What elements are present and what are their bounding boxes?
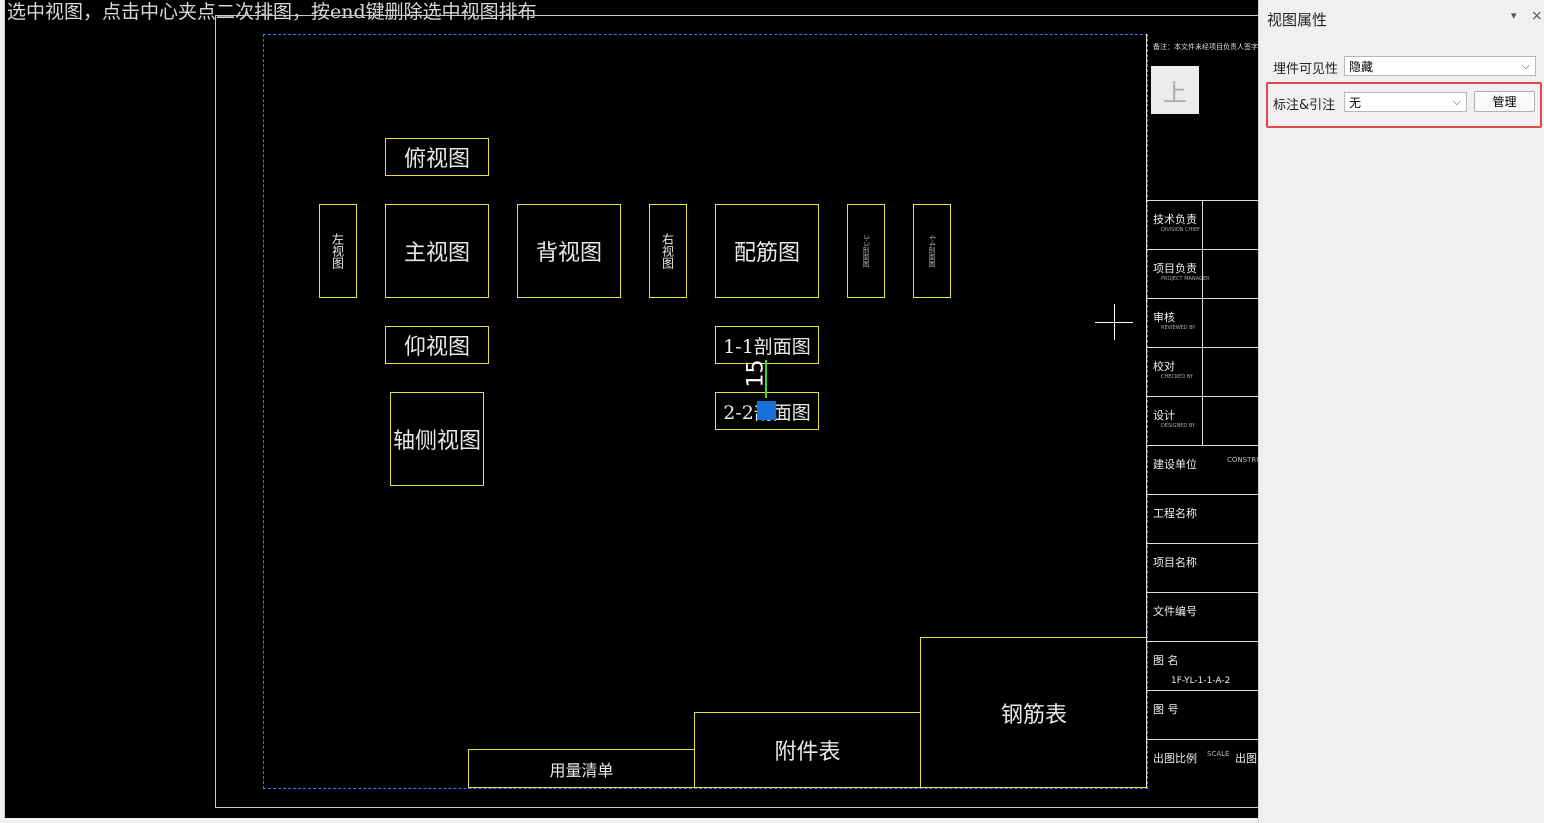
view-right[interactable]: 右视图 [649, 204, 687, 298]
chevron-down-icon: ⌵ [1521, 59, 1530, 72]
drawing-canvas[interactable]: 选中视图，点击中心夹点二次排图，按end键删除选中视图排布 俯视图 左视图 主视… [4, 0, 1259, 818]
tb-row-reviewed-by: 审核 REVIEWED BY [1147, 298, 1259, 348]
annotation-label: 标注&引注 [1273, 98, 1336, 113]
panel-pin-icon[interactable]: ▾ [1511, 9, 1517, 22]
annotation-select[interactable]: 无 ⌵ [1344, 92, 1467, 112]
tb-row-scale: 出图比例 SCALE 出图日 [1147, 739, 1259, 789]
panel-title: 视图属性 [1267, 11, 1328, 29]
chevron-down-icon: ⌵ [1452, 95, 1461, 108]
tb-row-project-name: 项目名称 [1147, 543, 1259, 593]
tb-row-drawing-number: 图 号 [1147, 690, 1259, 740]
view-section-4[interactable]: 4-4剖面图 [913, 204, 951, 298]
title-block-note: 备注：本文件未经项目负责人签字并未盖章 [1153, 43, 1259, 51]
view-axonometric[interactable]: 轴侧视图 [390, 392, 484, 486]
view-left[interactable]: 左视图 [319, 204, 357, 298]
tb-row-designed-by: 设计 DESIGNED BY [1147, 396, 1259, 446]
embed-visibility-label: 埋件可见性 [1273, 62, 1339, 77]
view-section-1[interactable]: 1-1剖面图 [715, 326, 819, 364]
view-main[interactable]: 主视图 [385, 204, 489, 298]
tb-row-drawing-name: 图 名 1F-YL-1-1-A-2 [1147, 641, 1259, 691]
manage-button[interactable]: 管理 [1474, 91, 1535, 112]
table-usage-list[interactable]: 用量清单 [468, 749, 695, 788]
panel-close-icon[interactable]: × [1531, 8, 1543, 24]
table-rebar[interactable]: 钢筋表 [920, 637, 1147, 788]
dimension-value: 15 [743, 359, 769, 388]
center-grip-handle[interactable] [757, 401, 776, 420]
tb-row-project-manager: 项目负责 PROJECT MANAGER [1147, 249, 1259, 299]
view-top[interactable]: 俯视图 [385, 138, 489, 176]
tb-row-engineering-name: 工程名称 [1147, 494, 1259, 544]
view-section-3[interactable]: 3-3剖面图 [847, 204, 885, 298]
tb-row-file-number: 文件编号 [1147, 592, 1259, 642]
title-block: 备注：本文件未经项目负责人签字并未盖章 上 技术负责 DIVISION CHIE… [1146, 34, 1259, 788]
view-properties-panel: 视图属性 ▾ × 埋件可见性 隐藏 ⌵ 标注&引注 无 ⌵ 管理 [1258, 0, 1544, 823]
cursor-crosshair-vertical [1114, 304, 1115, 340]
view-rebar[interactable]: 配筋图 [715, 204, 819, 298]
view-back[interactable]: 背视图 [517, 204, 621, 298]
company-logo: 上 [1151, 66, 1199, 114]
tb-row-checked-by: 校对 CHECKED BY [1147, 347, 1259, 397]
tb-row-division-chief: 技术负责 DIVISION CHIEF [1147, 200, 1259, 250]
embed-visibility-select[interactable]: 隐藏 ⌵ [1344, 56, 1536, 76]
table-attachment[interactable]: 附件表 [694, 712, 921, 788]
tb-row-construction-unit: 建设单位 CONSTRU [1147, 445, 1259, 495]
view-bottom[interactable]: 仰视图 [385, 326, 489, 364]
